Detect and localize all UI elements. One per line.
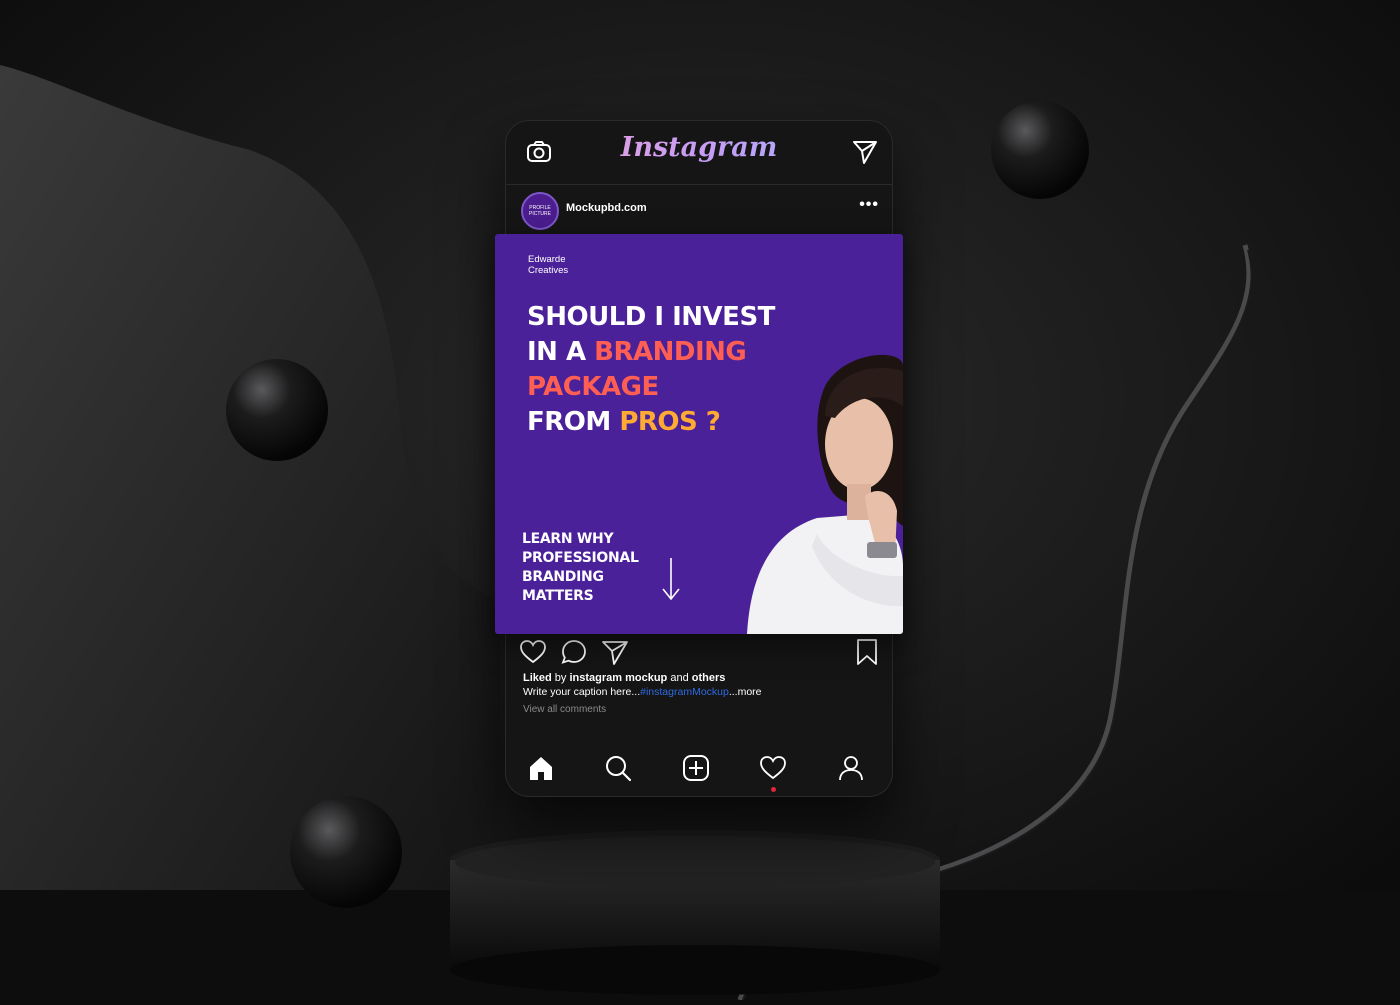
caption-hashtag[interactable]: #instagramMockup [640,686,729,698]
more-options-icon[interactable]: ••• [859,196,879,214]
arrow-down-icon [662,558,680,601]
headline-l2-white: IN A [527,337,595,367]
app-logo: Instagram [505,132,893,163]
liked-user[interactable]: instagram mockup [569,672,667,684]
headline-l4-orange: PROS ? [619,407,721,437]
bookmark-icon[interactable] [853,638,881,666]
likes-text: Liked by instagram mockup and others [523,672,725,684]
learn-line-3: BRANDING [522,569,604,585]
brand-line-1: Edwarde [528,254,566,265]
caption-more[interactable]: ...more [729,686,762,698]
activity-icon[interactable] [759,754,787,782]
view-all-comments[interactable]: View all comments [523,704,606,715]
avatar[interactable]: PROFILE PICTURE [521,192,559,230]
learn-line-4: MATTERS [522,588,594,604]
woman-illustration [747,354,903,634]
search-icon[interactable] [604,754,632,782]
brand-line-2: Creatives [528,265,569,276]
liked-others[interactable]: others [692,672,726,684]
learn-line-1: LEARN WHY [522,531,614,547]
heart-icon[interactable] [519,638,547,666]
learn-text: LEARN WHY PROFESSIONAL BRANDING MATTERS [522,530,639,606]
bottom-nav [505,740,893,797]
caption-text: Write your caption here... [523,686,641,698]
headline-line-1: SHOULD I INVEST [527,302,775,332]
liked-and: and [667,672,692,684]
brand-name: Edwarde Creatives [528,254,568,276]
post-header: PROFILE PICTURE Mockupbd.com ••• [505,186,893,232]
caption: Write your caption here...#instagramMock… [523,686,762,698]
share-icon[interactable] [601,638,629,666]
post-actions [505,638,893,672]
send-icon[interactable] [851,138,879,166]
notification-dot [771,787,776,792]
liked-by: by [551,672,570,684]
profile-icon[interactable] [837,754,865,782]
headline-l4-white: FROM [527,407,620,437]
home-icon[interactable] [527,754,555,782]
comment-icon[interactable] [560,638,588,666]
post-username[interactable]: Mockupbd.com [566,202,647,214]
learn-line-2: PROFESSIONAL [522,550,639,566]
avatar-text-2: PICTURE [529,211,551,217]
post-image[interactable]: Edwarde Creatives SHOULD I INVEST IN A B… [495,234,903,634]
add-icon[interactable] [682,754,710,782]
liked-prefix: Liked [523,672,552,684]
top-bar: Instagram [505,120,893,185]
